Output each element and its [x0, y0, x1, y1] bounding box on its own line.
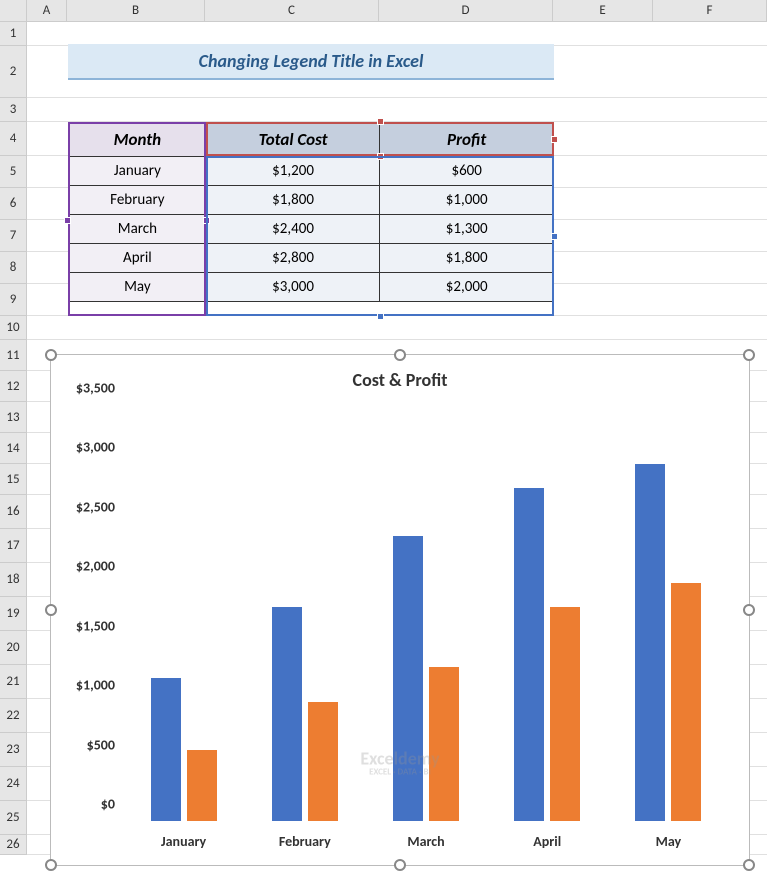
chart-resize-handle[interactable] — [394, 859, 406, 871]
cell[interactable]: $1,300 — [380, 215, 554, 244]
y-tick-label: $1,500 — [76, 617, 115, 634]
y-tick-label: $2,000 — [76, 558, 115, 575]
cell[interactable]: May — [69, 273, 207, 302]
cell[interactable]: $1,800 — [380, 244, 554, 273]
bar-group — [365, 405, 486, 821]
row-header[interactable]: 20 — [0, 631, 27, 665]
column-header[interactable]: D — [379, 0, 553, 21]
x-axis: JanuaryFebruaryMarchAprilMay — [123, 825, 729, 865]
x-tick-label: April — [487, 825, 608, 865]
row-header[interactable]: 17 — [0, 529, 27, 563]
cell[interactable]: $3,000 — [206, 273, 380, 302]
bar-group — [608, 405, 729, 821]
bar-group — [487, 405, 608, 821]
cell[interactable]: March — [69, 215, 207, 244]
row-header[interactable]: 21 — [0, 665, 27, 699]
row-header[interactable]: 19 — [0, 597, 27, 631]
bar-group — [123, 405, 244, 821]
row-header[interactable]: 14 — [0, 433, 27, 464]
cell[interactable]: $2,000 — [380, 273, 554, 302]
row-header[interactable]: 24 — [0, 767, 27, 801]
chart-resize-handle[interactable] — [743, 859, 755, 871]
row-header[interactable]: 10 — [0, 316, 27, 340]
bar[interactable] — [151, 678, 181, 821]
bar[interactable] — [550, 607, 580, 821]
x-tick-label: February — [244, 825, 365, 865]
row-header[interactable]: 7 — [0, 220, 27, 252]
x-tick-label: May — [608, 825, 729, 865]
bar[interactable] — [187, 750, 217, 821]
column-headers-row: ABCDEF — [0, 0, 767, 22]
header-profit[interactable]: Profit — [380, 123, 554, 157]
y-tick-label: $0 — [101, 796, 115, 813]
row-header[interactable]: 15 — [0, 464, 27, 495]
row-header[interactable]: 13 — [0, 402, 27, 433]
x-tick-label: March — [365, 825, 486, 865]
chart-title[interactable]: Cost & Profit — [51, 369, 749, 391]
row-header[interactable]: 4 — [0, 122, 27, 156]
y-tick-label: $1,000 — [76, 677, 115, 694]
chart-resize-handle[interactable] — [45, 349, 57, 361]
row-header[interactable]: 6 — [0, 188, 27, 220]
cell[interactable]: $1,800 — [206, 186, 380, 215]
select-all-corner[interactable] — [0, 0, 27, 21]
bar[interactable] — [272, 607, 302, 821]
chart-resize-handle[interactable] — [743, 349, 755, 361]
column-header[interactable]: F — [653, 0, 767, 21]
bar[interactable] — [671, 583, 701, 821]
header-cost[interactable]: Total Cost — [206, 123, 380, 157]
y-axis: $0$500$1,000$1,500$2,000$2,500$3,000$3,5… — [51, 405, 121, 821]
plot-area[interactable] — [123, 405, 729, 821]
row-header[interactable]: 2 — [0, 46, 27, 98]
bar[interactable] — [429, 667, 459, 822]
bar-group — [244, 405, 365, 821]
column-header[interactable]: B — [67, 0, 205, 21]
column-header[interactable]: A — [27, 0, 67, 21]
cell[interactable]: April — [69, 244, 207, 273]
y-tick-label: $2,500 — [76, 498, 115, 515]
row-header[interactable]: 3 — [0, 98, 27, 122]
row-header[interactable]: 12 — [0, 371, 27, 402]
header-month[interactable]: Month — [69, 123, 207, 157]
cell[interactable]: $2,800 — [206, 244, 380, 273]
data-table[interactable]: Month Total Cost Profit January$1,200$60… — [68, 122, 554, 302]
row-header[interactable]: 5 — [0, 156, 27, 188]
bar[interactable] — [308, 702, 338, 821]
column-header[interactable]: C — [205, 0, 379, 21]
bar[interactable] — [635, 464, 665, 821]
row-header[interactable]: 8 — [0, 252, 27, 284]
cell[interactable]: $1,000 — [380, 186, 554, 215]
cell[interactable]: January — [69, 157, 207, 186]
row-header[interactable]: 23 — [0, 733, 27, 767]
y-tick-label: $3,000 — [76, 439, 115, 456]
chart-resize-handle[interactable] — [743, 604, 755, 616]
cell[interactable]: February — [69, 186, 207, 215]
x-tick-label: January — [123, 825, 244, 865]
chart-resize-handle[interactable] — [45, 859, 57, 871]
row-header[interactable]: 9 — [0, 284, 27, 316]
bar[interactable] — [393, 536, 423, 821]
cell[interactable]: $600 — [380, 157, 554, 186]
cell[interactable]: $2,400 — [206, 215, 380, 244]
row-header[interactable]: 18 — [0, 563, 27, 597]
sheet-title: Changing Legend Title in Excel — [68, 44, 554, 80]
row-header[interactable]: 25 — [0, 801, 27, 835]
cell[interactable]: $1,200 — [206, 157, 380, 186]
column-header[interactable]: E — [553, 0, 653, 21]
row-header[interactable]: 1 — [0, 22, 27, 46]
row-header[interactable]: 22 — [0, 699, 27, 733]
y-tick-label: $500 — [87, 736, 115, 753]
spreadsheet: ABCDEF 123456789101112131415161718192021… — [0, 0, 767, 855]
row-header[interactable]: 16 — [0, 495, 27, 529]
chart-resize-handle[interactable] — [45, 604, 57, 616]
chart-resize-handle[interactable] — [394, 349, 406, 361]
y-tick-label: $3,500 — [76, 380, 115, 397]
row-header[interactable]: 26 — [0, 835, 27, 855]
chart-object[interactable]: Cost & Profit $0 $500 $1,000 $1,500 $2,000 $2… — [50, 354, 750, 866]
row-header[interactable]: 11 — [0, 340, 27, 371]
bar[interactable] — [514, 488, 544, 821]
